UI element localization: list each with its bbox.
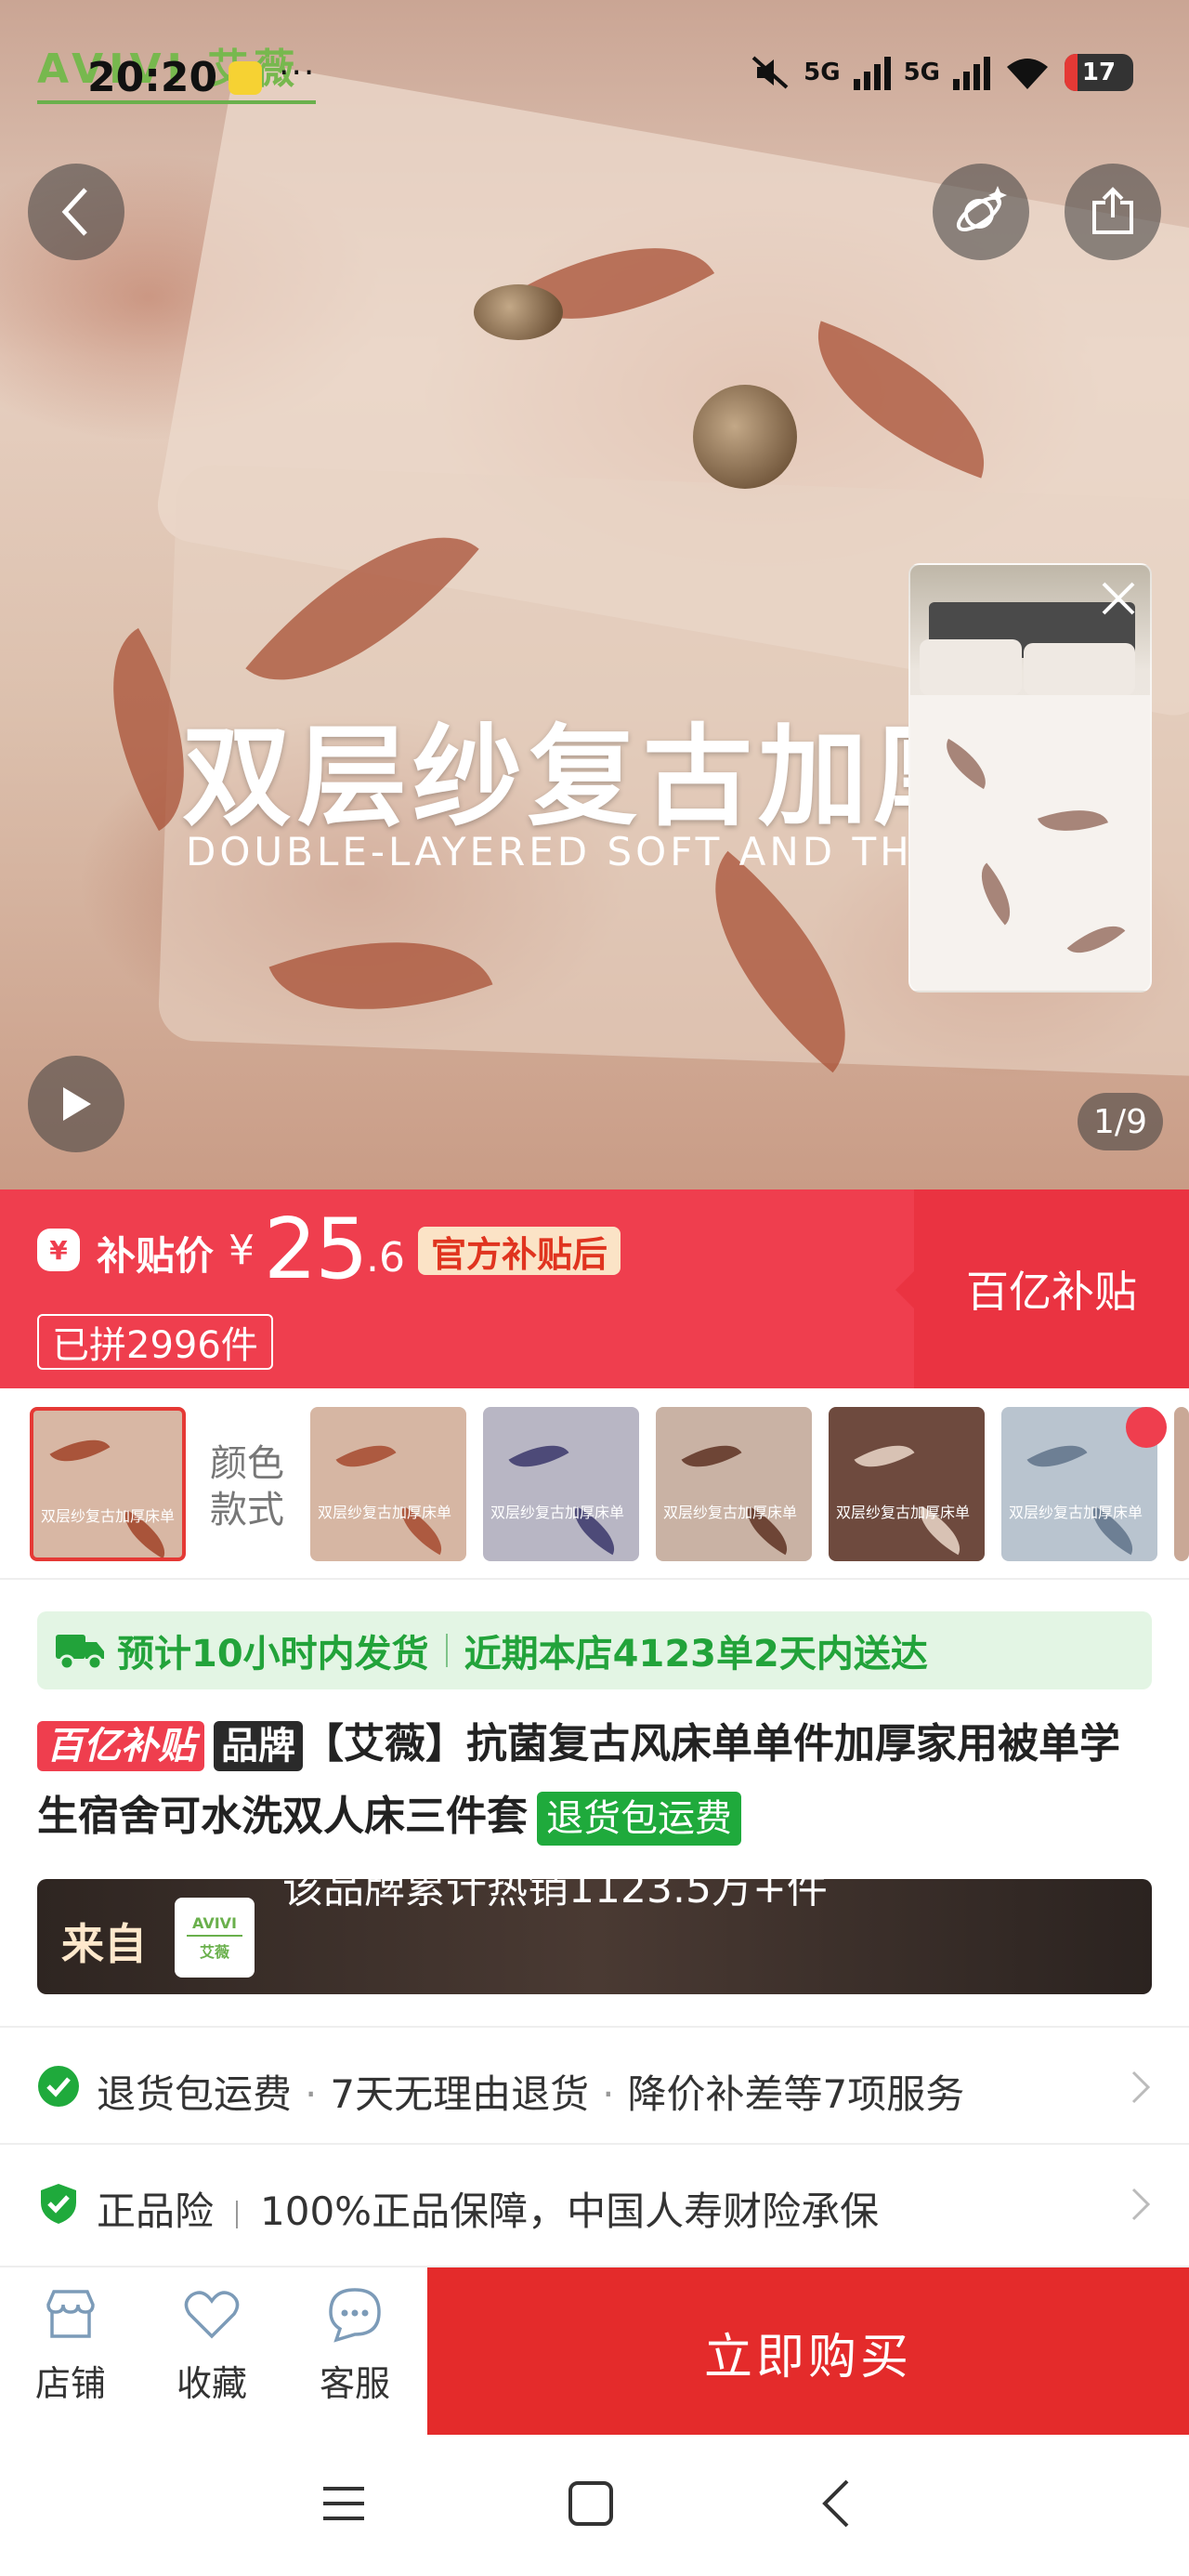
style-thumbnail[interactable]: 双层纱复古加厚床单	[656, 1407, 812, 1561]
price-banner: ¥ 补贴价 ¥ 25 .6 官方补贴后 已拼2996件 百亿补贴	[0, 1189, 1189, 1388]
delivery-info[interactable]: 预计10小时内发货 近期本店4123单2天内送达	[37, 1611, 1152, 1689]
planet-sparkle-icon	[956, 186, 1007, 232]
system-status-icons: 5G 5G 17	[750, 54, 1133, 91]
campaign-text: 百亿补贴	[966, 1267, 1137, 1317]
style-thumbnail[interactable]: 双层纱复古加厚床单	[483, 1407, 639, 1561]
customer-service-button[interactable]: 客服	[299, 2284, 411, 2406]
coconut-button	[474, 284, 563, 340]
share-icon	[1092, 187, 1133, 234]
price-decimal: .6	[366, 1234, 405, 1281]
service-item: 7天无理由退货	[330, 2071, 590, 2117]
system-navigation-bar	[0, 2435, 1189, 2576]
campaign-label[interactable]: 百亿补贴	[895, 1189, 1189, 1388]
store-icon	[46, 2290, 95, 2338]
service-item: 降价补差等7项服务	[627, 2071, 965, 2117]
hot-fire-icon	[1126, 1407, 1167, 1448]
service-label: 客服	[319, 2363, 390, 2404]
service-item: 退货包运费	[97, 2071, 293, 2117]
style-thumbnail[interactable]: 双层纱复古加厚床单	[829, 1407, 985, 1561]
image-counter: 1/9	[1078, 1093, 1163, 1150]
thumbnail-caption: 双层纱复古加厚床单	[490, 1504, 625, 1521]
pillow	[920, 639, 1022, 695]
buy-now-button[interactable]: 立即购买	[427, 2267, 1189, 2437]
mute-icon	[751, 56, 789, 89]
store-logo: AVIVI 艾薇	[175, 1898, 255, 1978]
signal-label-1: 5G	[804, 59, 841, 86]
official-subsidy-tag: 官方补贴后	[418, 1227, 621, 1275]
store-sales-text: 该品牌累计热销1123.5万+件	[282, 1879, 828, 1912]
shop-label: 店铺	[34, 2363, 106, 2404]
bottom-action-bar: 店铺 收藏 客服 立即购买	[0, 2266, 1189, 2437]
price-integer: 25	[264, 1201, 369, 1298]
more-notifications-icon: ···	[279, 54, 317, 92]
wifi-icon	[1007, 59, 1048, 89]
battery-level: 17	[1081, 59, 1117, 86]
product-title-block: 百亿补贴 品牌 【艾薇】抗菌复古风床单单件加厚家用被单学生宿舍可水洗双人床三件套 退货…	[37, 1708, 1152, 1853]
ship-time-text: 预计10小时内发货	[117, 1633, 429, 1676]
floating-video-preview[interactable]	[908, 563, 1152, 992]
heart-icon	[184, 2291, 240, 2339]
thumbnail-caption: 双层纱复古加厚床单	[318, 1504, 452, 1521]
sold-count-badge: 已拼2996件	[37, 1314, 273, 1370]
store-logo-text: AVIVI	[192, 1913, 237, 1932]
style-selector: 双层纱复古加厚床单 颜色款式 双层纱复古加厚床单 双层纱复古加厚床单 双层纱复古…	[0, 1388, 1189, 1580]
shield-check-icon	[41, 2184, 76, 2224]
shop-button[interactable]: 店铺	[15, 2284, 126, 2406]
insurance-title: 正品险	[97, 2188, 215, 2234]
campaign-tag: 百亿补贴	[37, 1721, 204, 1771]
chat-bubble-icon	[329, 2288, 381, 2343]
home-icon[interactable]	[563, 2476, 619, 2531]
close-icon[interactable]	[1098, 578, 1139, 619]
subsidy-bag-icon: ¥	[37, 1229, 80, 1271]
arrival-text: 近期本店4123单2天内送达	[464, 1633, 928, 1676]
pillow	[1024, 643, 1135, 695]
insurance-desc: 100%正品保障，中国人寿财险承保	[260, 2188, 880, 2234]
currency-symbol: ¥	[229, 1227, 255, 1274]
authenticity-insurance-row[interactable]: 正品险 100%正品保障，中国人寿财险承保	[0, 2143, 1189, 2260]
signal-bars-icon	[953, 55, 990, 90]
return-shipping-tag: 退货包运费	[537, 1792, 741, 1846]
chevron-right-icon	[1131, 2188, 1151, 2221]
favorite-button[interactable]: 收藏	[156, 2284, 268, 2406]
style-thumbnail[interactable]	[1174, 1407, 1189, 1561]
favorite-label: 收藏	[176, 2363, 247, 2404]
style-label[interactable]: 颜色款式	[210, 1440, 299, 1533]
price-label: 补贴价	[97, 1233, 215, 1279]
service-guarantees-row[interactable]: 退货包运费 · 7天无理由退货 · 降价补差等7项服务	[0, 2026, 1189, 2143]
coconut-button	[693, 385, 797, 489]
battery-icon: 17	[1065, 54, 1133, 91]
back-button[interactable]	[28, 164, 124, 260]
style-thumbnail[interactable]: 双层纱复古加厚床单	[30, 1407, 186, 1561]
from-label: 来自	[61, 1919, 147, 1969]
store-info-bar[interactable]: 来自 AVIVI 艾薇 该品牌累计热销1123.5万+件	[37, 1879, 1152, 1994]
chevron-left-icon	[61, 188, 87, 236]
thumbnail-caption: 双层纱复古加厚床单	[836, 1504, 971, 1521]
thumbnail-caption: 双层纱复古加厚床单	[1009, 1504, 1143, 1521]
notification-icon	[229, 61, 262, 95]
signal-label-2: 5G	[903, 59, 940, 86]
chevron-right-icon	[1131, 2070, 1151, 2104]
truck-icon	[56, 1635, 104, 1671]
style-thumbnail[interactable]: 双层纱复古加厚床单	[310, 1407, 466, 1561]
play-video-button[interactable]	[28, 1056, 124, 1152]
thumbnail-caption: 双层纱复古加厚床单	[663, 1504, 798, 1521]
menu-icon[interactable]	[316, 2476, 372, 2531]
play-icon	[63, 1087, 91, 1121]
check-circle-icon	[38, 2066, 79, 2107]
share-button[interactable]	[1065, 164, 1161, 260]
ai-assistant-button[interactable]	[933, 164, 1029, 260]
signal-bars-icon	[853, 55, 891, 90]
store-logo-sub: 艾薇	[199, 1942, 229, 1961]
status-time: 20:20	[87, 54, 218, 101]
back-nav-icon[interactable]	[810, 2476, 866, 2531]
thumbnail-caption: 双层纱复古加厚床单	[41, 1507, 176, 1525]
product-image-gallery[interactable]: 双层纱复古加厚单 DOUBLE-LAYERED SOFT AND THICK S…	[0, 0, 1189, 1189]
brand-tag: 品牌	[214, 1721, 303, 1771]
